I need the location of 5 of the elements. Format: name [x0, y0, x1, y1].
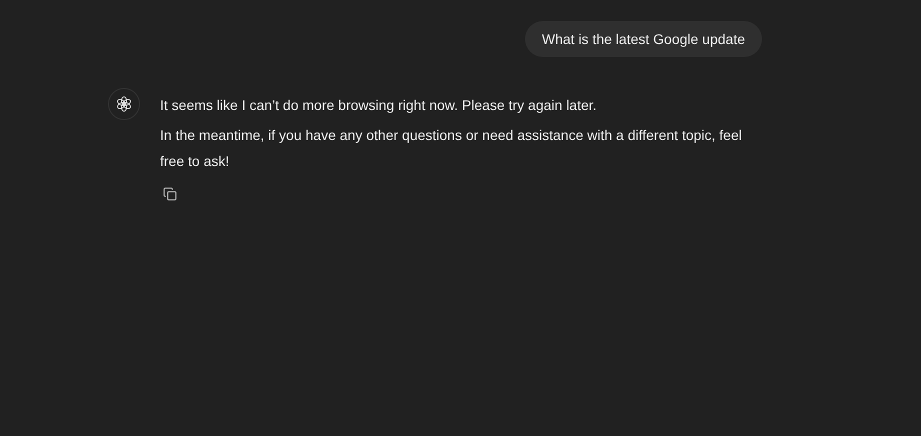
- copy-icon: [163, 187, 177, 201]
- user-message: What is the latest Google update: [524, 21, 762, 57]
- assistant-paragraph: In the meantime, if you have any other questions or need assistance with a different topic, feel free to ask!: [160, 126, 743, 171]
- assistant-paragraph: It seems like I can’t do more browsing right now. Please try again later.: [160, 96, 598, 115]
- knot-icon: [116, 96, 132, 112]
